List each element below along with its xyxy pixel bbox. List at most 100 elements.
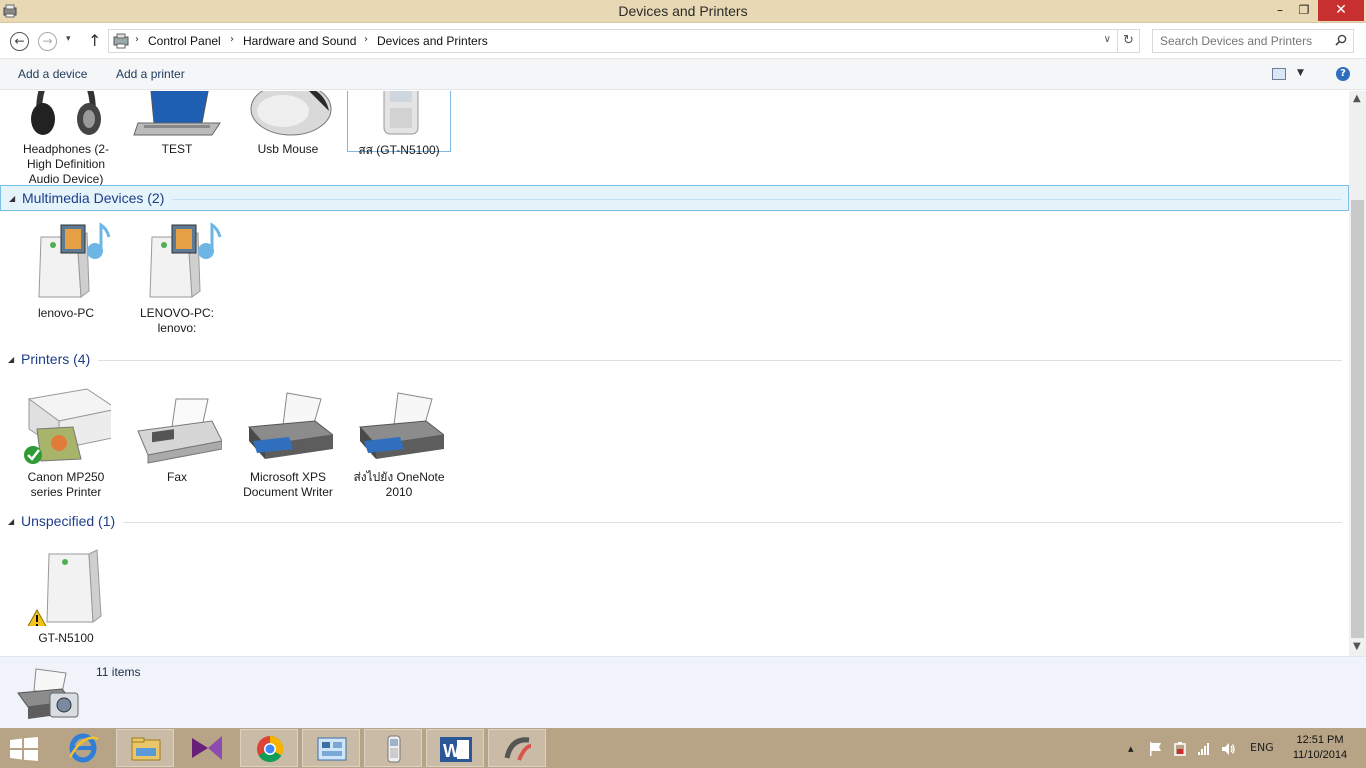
clock-time: 12:51 PM xyxy=(1296,734,1344,746)
breadcrumb-devices-and-printers[interactable]: Devices and Printers xyxy=(377,34,488,48)
group-header-printers[interactable]: ◢ Printers (4) xyxy=(0,347,1349,373)
breadcrumb-separator: › xyxy=(135,34,139,45)
app-icon[interactable] xyxy=(488,729,546,767)
group-title: Printers (4) xyxy=(21,351,99,367)
word-icon[interactable]: W xyxy=(426,729,484,767)
device-microsoft-xps[interactable]: Microsoft XPS Document Writer xyxy=(236,379,340,500)
command-bar: Add a device Add a printer ▼ ? xyxy=(0,59,1366,90)
more-options-dropdown-icon[interactable]: ▼ xyxy=(1297,68,1304,78)
group-divider xyxy=(21,360,1342,361)
back-button[interactable]: ← xyxy=(10,32,29,51)
network-signal-icon[interactable] xyxy=(1196,741,1212,757)
media-server-icon xyxy=(149,222,222,298)
mouse-icon xyxy=(250,91,332,136)
file-explorer-icon[interactable] xyxy=(116,729,174,767)
search-input[interactable] xyxy=(1153,30,1323,52)
show-hidden-icons-button[interactable]: ▴ xyxy=(1128,742,1134,755)
clock[interactable]: 12:51 PM 11/10/2014 xyxy=(1282,733,1358,763)
device-label: Fax xyxy=(166,470,187,484)
device-label: Microsoft XPS Document Writer xyxy=(243,470,333,499)
address-bar[interactable]: › Control Panel › Hardware and Sound › D… xyxy=(108,29,1140,53)
device-gt-n5100-phone[interactable]: สส (GT-N5100) xyxy=(347,91,451,157)
device-label: Canon MP250 series Printer xyxy=(27,470,105,499)
printer-icon xyxy=(358,392,446,459)
printer-icon xyxy=(247,392,335,459)
device-label: สส (GT-N5100) xyxy=(358,143,440,157)
collapse-arrow-icon[interactable]: ◢ xyxy=(9,194,15,203)
refresh-button[interactable]: ↻ xyxy=(1117,30,1139,52)
device-label: lenovo-PC xyxy=(37,306,95,320)
search-icon[interactable] xyxy=(1335,34,1347,46)
visual-studio-icon[interactable] xyxy=(178,729,236,767)
item-count: 11 items xyxy=(96,665,141,679)
restore-button[interactable]: ❐ xyxy=(1290,0,1318,21)
device-canon-mp250[interactable]: Canon MP250 series Printer xyxy=(14,379,119,500)
group-divider xyxy=(22,199,1341,200)
device-test[interactable]: TEST xyxy=(125,91,229,157)
group-title: Multimedia Devices (2) xyxy=(22,190,173,206)
add-device-button[interactable]: Add a device xyxy=(18,67,87,81)
scroll-up-arrow-icon[interactable]: ▲ xyxy=(1353,93,1361,104)
start-icon[interactable] xyxy=(10,737,38,761)
close-button[interactable]: ✕ xyxy=(1318,0,1364,21)
forward-button[interactable]: → xyxy=(38,32,57,51)
navigation-bar: ← → ▾ ↑ › Control Panel › Hardware and S… xyxy=(0,23,1366,59)
scroll-down-arrow-icon[interactable]: ▼ xyxy=(1353,641,1361,652)
internet-explorer-icon[interactable] xyxy=(54,729,112,767)
input-language[interactable]: ENG xyxy=(1250,741,1274,754)
group-title: Unspecified (1) xyxy=(21,513,124,529)
device-lenovo-pc[interactable]: lenovo-PC xyxy=(14,215,118,321)
control-panel-icon[interactable] xyxy=(302,729,360,767)
device-label: Headphones (2- High Definition Audio Dev… xyxy=(22,142,110,186)
control-panel-icon xyxy=(113,33,129,49)
breadcrumb-hardware-and-sound[interactable]: Hardware and Sound xyxy=(243,34,356,48)
details-pane: 11 items xyxy=(0,656,1366,728)
chrome-icon[interactable] xyxy=(240,729,298,767)
collapse-arrow-icon[interactable]: ◢ xyxy=(8,355,14,364)
devices-and-printers-icon xyxy=(17,668,79,719)
title-bar: Devices and Printers – ❐ ✕ xyxy=(0,0,1366,23)
power-battery-icon[interactable] xyxy=(1172,741,1188,757)
device-label: ส่งไปยัง OneNote 2010 xyxy=(353,470,445,499)
group-header-multimedia-devices[interactable]: ◢ Multimedia Devices (2) xyxy=(0,185,1349,211)
group-header-unspecified[interactable]: ◢ Unspecified (1) xyxy=(0,509,1349,535)
device-label: GT-N5100 xyxy=(38,631,94,645)
device-headphones[interactable]: Headphones (2- High Definition Audio Dev… xyxy=(14,91,118,187)
search-box[interactable] xyxy=(1152,29,1354,53)
add-printer-button[interactable]: Add a printer xyxy=(116,67,185,81)
fax-icon xyxy=(137,398,223,464)
group-divider xyxy=(21,522,1342,523)
address-dropdown-button[interactable]: ∨ xyxy=(1104,34,1111,45)
headphones-icon xyxy=(31,91,101,135)
change-view-icon[interactable] xyxy=(1272,68,1286,80)
device-list: Headphones (2- High Definition Audio Dev… xyxy=(0,91,1349,656)
up-button[interactable]: ↑ xyxy=(88,31,101,50)
device-send-to-onenote[interactable]: ส่งไปยัง OneNote 2010 xyxy=(347,379,451,500)
printer-icon xyxy=(24,388,119,464)
device-label: TEST xyxy=(161,142,193,156)
phone-icon[interactable] xyxy=(364,729,422,767)
clock-date: 11/10/2014 xyxy=(1292,749,1348,761)
breadcrumb-separator: › xyxy=(364,34,368,45)
device-label: LENOVO-PC: lenovo: xyxy=(139,306,214,335)
help-button[interactable]: ? xyxy=(1336,67,1350,81)
volume-icon[interactable] xyxy=(1220,741,1236,757)
action-center-flag-icon[interactable] xyxy=(1148,741,1164,757)
device-lenovo-pc-lenovo[interactable]: LENOVO-PC: lenovo: xyxy=(125,215,229,336)
generic-device-icon xyxy=(26,549,102,629)
device-usb-mouse[interactable]: Usb Mouse xyxy=(236,91,340,157)
device-gt-n5100[interactable]: GT-N5100 xyxy=(14,540,118,646)
recent-locations-button[interactable]: ▾ xyxy=(66,34,71,44)
breadcrumb-separator: › xyxy=(230,34,234,45)
collapse-arrow-icon[interactable]: ◢ xyxy=(8,517,14,526)
svg-text:W: W xyxy=(443,741,460,761)
vertical-scrollbar[interactable]: ▲ ▼ xyxy=(1349,91,1366,656)
media-server-icon xyxy=(38,222,111,298)
device-fax[interactable]: Fax xyxy=(125,379,229,485)
phone-icon xyxy=(383,91,419,135)
device-label: Usb Mouse xyxy=(257,142,319,156)
scrollbar-thumb[interactable] xyxy=(1351,200,1364,638)
breadcrumb-control-panel[interactable]: Control Panel xyxy=(148,34,221,48)
taskbar: W ▴ ENG 12:51 PM 11/10/2014 xyxy=(0,728,1366,768)
laptop-icon xyxy=(133,91,221,136)
